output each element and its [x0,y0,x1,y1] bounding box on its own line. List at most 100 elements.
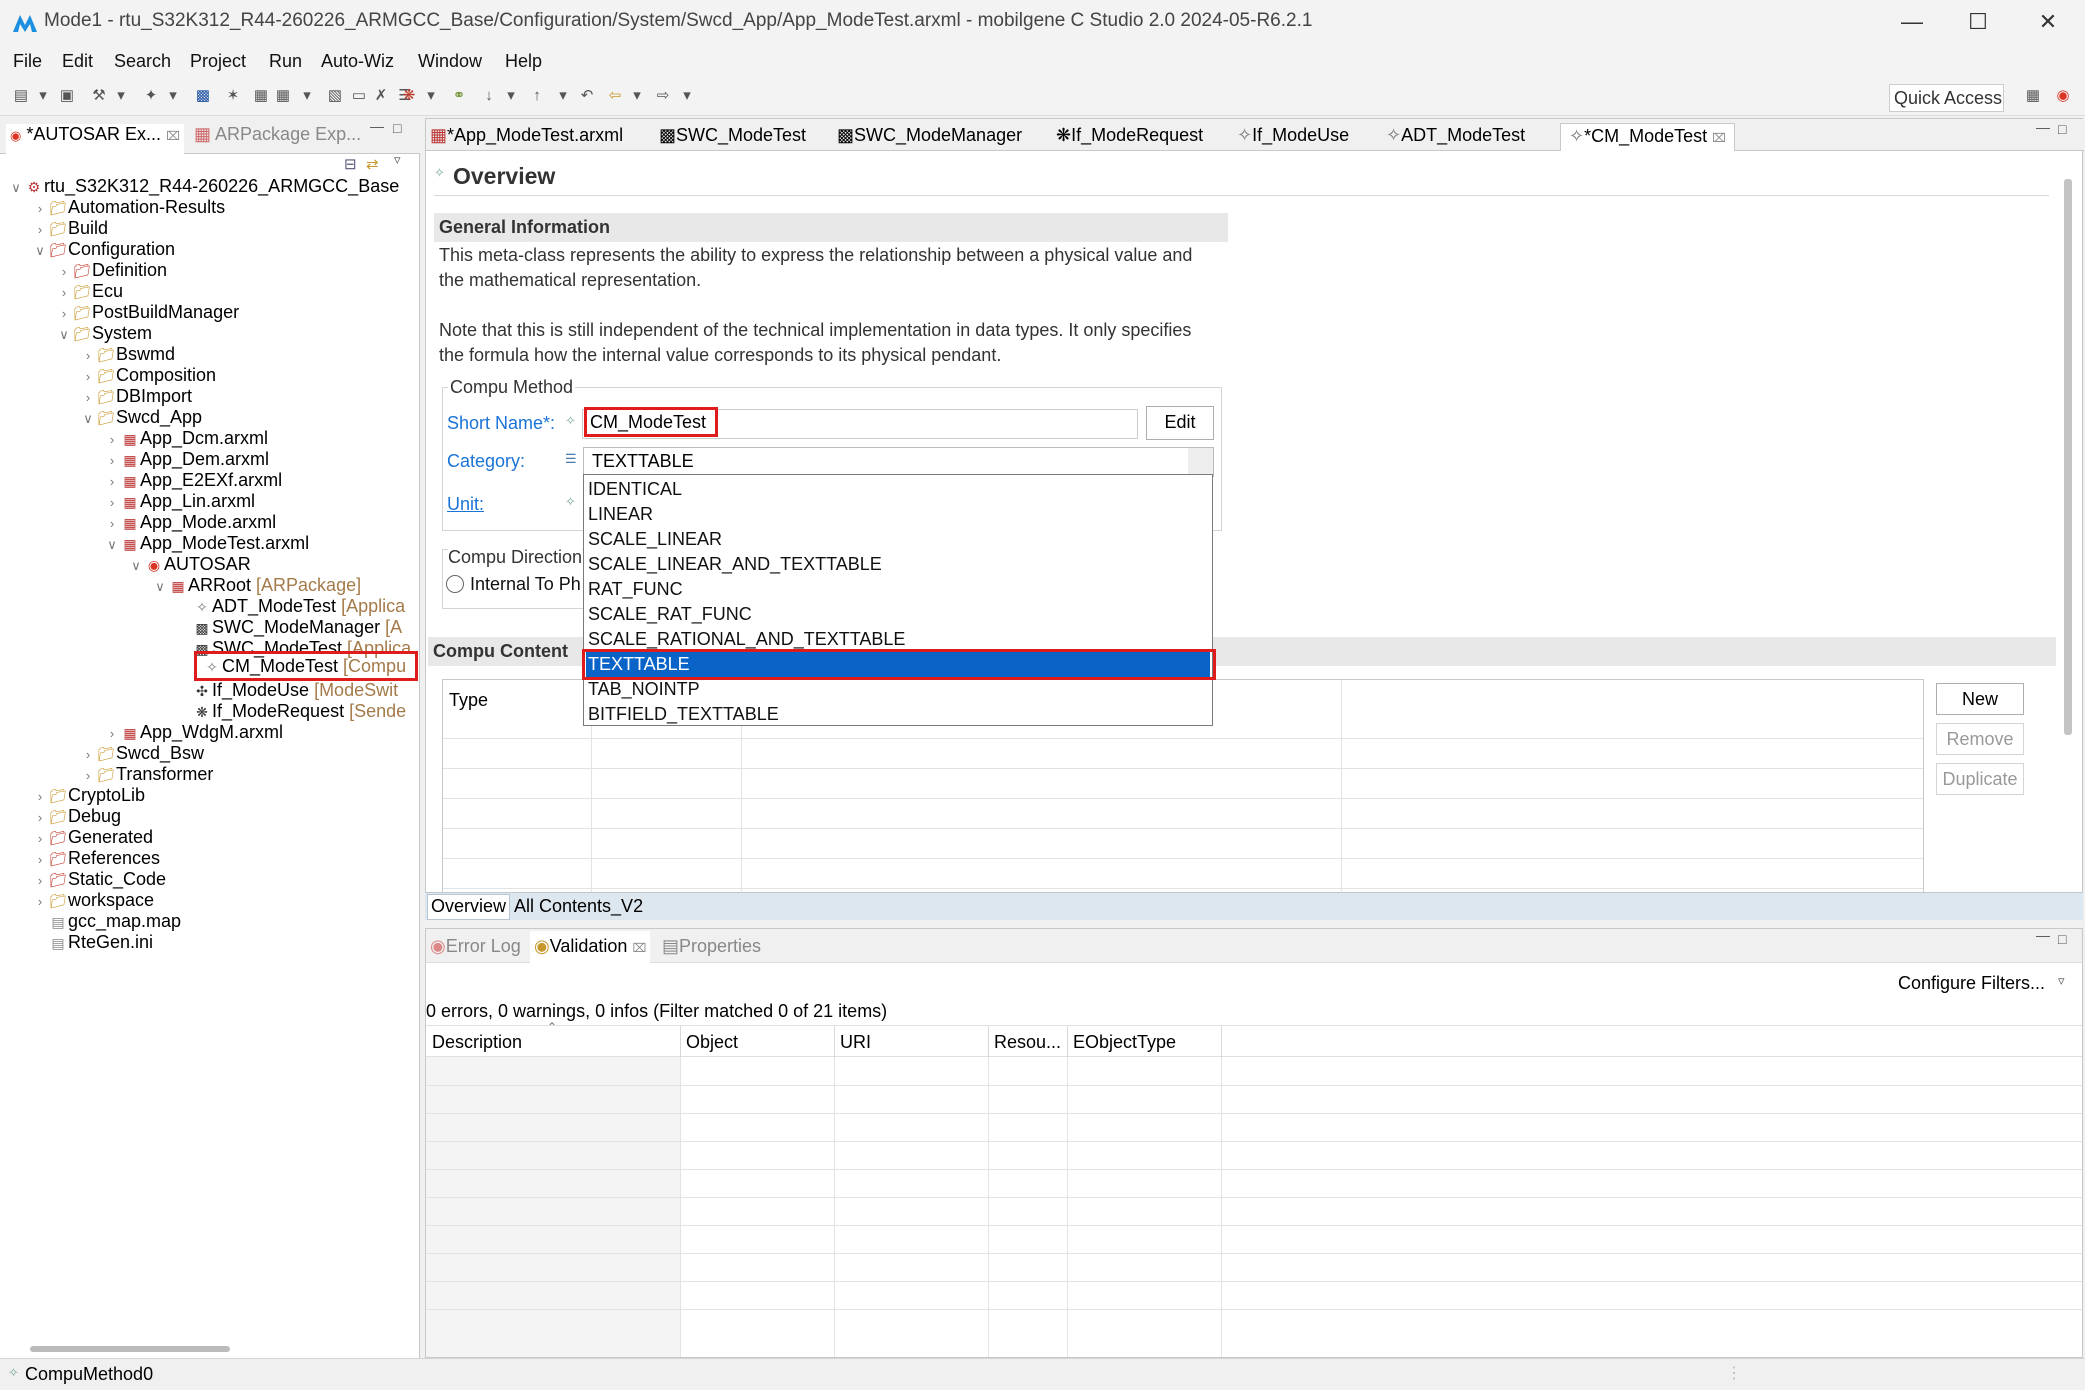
link-editor-icon[interactable]: ⇄ [366,155,379,173]
wand-icon[interactable]: ✦ [140,86,162,106]
tab-swc-modetest[interactable]: ▩SWC_ModeTest [659,123,806,151]
maximize-icon[interactable]: □ [2058,931,2066,947]
edit-button[interactable]: Edit [1146,406,1214,440]
minimize-icon[interactable]: — [370,118,384,134]
tab-app-modetest-arxml[interactable]: ▦*App_ModeTest.arxml [430,123,623,151]
tab-all-contents-v2[interactable]: All Contents_V2 [512,895,645,918]
tab-overview[interactable]: Overview [427,894,511,920]
quick-access-field[interactable]: Quick Access [1889,84,2004,112]
close-icon[interactable]: ⌧ [1712,131,1726,145]
close-button[interactable]: ✕ [2016,0,2080,46]
short-name-value-highlight[interactable]: CM_ModeTest [584,407,718,437]
file-icon: ▤ [51,935,65,951]
maximize-icon[interactable]: □ [393,120,401,136]
tab-arpackage-explorer[interactable]: ▦ ARPackage Exp... [194,124,361,145]
editor-vertical-scrollbar[interactable] [2064,179,2072,735]
category-option-linear[interactable]: LINEAR [586,502,1210,527]
view-menu-icon[interactable]: ▿ [2058,973,2065,989]
last-edit-icon[interactable]: ↶ [576,86,598,106]
forward-icon[interactable]: ⇨ [652,86,674,106]
dropdown-arrow-icon[interactable]: ▾ [32,86,54,106]
dropdown-button[interactable] [1188,448,1213,476]
autosar-perspective-icon[interactable]: ◉ [2052,86,2074,106]
menu-window[interactable]: Window [418,51,482,72]
prev-annotation-icon[interactable]: ↑ [526,86,548,106]
star-icon[interactable]: ✶ [222,86,244,106]
dropdown-arrow-icon[interactable]: ▾ [500,86,522,106]
status-bar: ✧ CompuMethod0 ⋮ [0,1358,2085,1390]
dropdown-arrow-icon[interactable]: ▾ [420,86,442,106]
bug-icon[interactable]: ❋ [398,86,420,106]
minimize-icon[interactable]: — [2036,927,2050,943]
build-icon[interactable]: ⚒ [88,86,110,106]
menu-run[interactable]: Run [269,51,302,72]
tree-item-rtegen-ini[interactable]: ▤ RteGen.ini [32,928,153,956]
maximize-icon[interactable]: □ [2058,121,2066,137]
tab-properties[interactable]: ▤Properties [662,936,761,957]
next-annotation-icon[interactable]: ↓ [478,86,500,106]
panel-icon[interactable]: ▧ [324,86,346,106]
open-perspective-icon[interactable]: ▦ [2022,86,2044,106]
dropdown-arrow-icon[interactable]: ▾ [110,86,132,106]
tab-if-modeuse[interactable]: ✧If_ModeUse [1237,123,1349,151]
internal-to-phys-radio[interactable] [446,575,464,593]
tab-cm-modetest[interactable]: ✧*CM_ModeTest ⌧ [1560,123,1735,151]
close-icon[interactable]: ⌧ [166,129,180,143]
menu-auto-wiz[interactable]: Auto-Wiz [321,51,394,72]
minimize-icon[interactable]: — [2036,119,2050,135]
save-icon[interactable]: ▣ [56,86,78,106]
console-icon[interactable]: ▩ [192,86,214,106]
remove-button[interactable]: Remove [1936,723,2024,755]
description-column-header[interactable]: Description [432,1032,522,1053]
menu-file[interactable]: File [13,51,42,72]
collapse-all-icon[interactable]: ⊟ [344,155,357,173]
chart-icon[interactable]: ▦ [250,86,272,106]
new-icon[interactable]: ▤ [10,86,32,106]
category-option-identical[interactable]: IDENTICAL [586,477,1210,502]
status-text: CompuMethod0 [25,1364,154,1384]
configure-filters-link[interactable]: Configure Filters... [1898,973,2045,994]
category-option-tab-nointp[interactable]: TAB_NOINTP [586,677,1210,702]
dropdown-arrow-icon[interactable]: ▾ [552,86,574,106]
close-icon[interactable]: ⌧ [632,941,646,955]
tab-validation[interactable]: ◉Validation ⌧ [530,931,651,963]
menu-project[interactable]: Project [190,51,246,72]
resource-column-header[interactable]: Resou... [994,1032,1061,1053]
tab-if-moderequest[interactable]: ❋If_ModeRequest [1056,123,1203,151]
tab-error-log[interactable]: ◉Error Log [430,936,521,957]
category-option-scale-linear[interactable]: SCALE_LINEAR [586,527,1210,552]
dropdown-arrow-icon[interactable]: ▾ [676,86,698,106]
menu-edit[interactable]: Edit [62,51,93,72]
category-option-scale-rat-func[interactable]: SCALE_RAT_FUNC [586,602,1210,627]
new-button[interactable]: New [1936,683,2024,715]
dropdown-arrow-icon[interactable]: ▾ [296,86,318,106]
tab-adt-modetest[interactable]: ✧ADT_ModeTest [1386,123,1525,151]
tool-icon[interactable]: ✗ [370,86,392,106]
horizontal-scrollbar[interactable] [30,1346,230,1352]
dropdown-arrow-icon[interactable]: ▾ [626,86,648,106]
minimize-button[interactable]: — [1880,0,1944,46]
category-option-bitfield-texttable[interactable]: BITFIELD_TEXTTABLE [586,702,1210,727]
grid-icon[interactable]: ▦ [272,86,294,106]
menu-search[interactable]: Search [114,51,171,72]
component-icon: ▩ [659,125,677,145]
tab-swc-modemanager[interactable]: ▩SWC_ModeManager [837,123,1022,151]
description-2-line-1: Note that this is still independent of t… [439,320,1192,340]
category-option-rat-func[interactable]: RAT_FUNC [586,577,1210,602]
link-icon[interactable]: ⚭ [448,86,470,106]
menu-help[interactable]: Help [505,51,542,72]
bottom-panel-tabs: ◉Error Log ◉Validation ⌧ ▤Properties — □ [426,927,2082,963]
rect-icon[interactable]: ▭ [348,86,370,106]
duplicate-button[interactable]: Duplicate [1936,763,2024,795]
dropdown-arrow-icon[interactable]: ▾ [162,86,184,106]
category-select[interactable]: TEXTTABLE [583,447,1214,477]
unit-link[interactable]: Unit: [447,494,484,515]
object-column-header[interactable]: Object [686,1032,738,1053]
tab-autosar-explorer[interactable]: ◉ *AUTOSAR Ex... ⌧ [6,124,184,154]
view-menu-icon[interactable]: ▿ [394,152,401,168]
maximize-button[interactable]: ☐ [1946,0,2010,46]
back-icon[interactable]: ⇦ [604,86,626,106]
category-option-scale-linear-and-texttable[interactable]: SCALE_LINEAR_AND_TEXTTABLE [586,552,1210,577]
uri-column-header[interactable]: URI [840,1032,871,1053]
eobjecttype-column-header[interactable]: EObjectType [1073,1032,1176,1053]
